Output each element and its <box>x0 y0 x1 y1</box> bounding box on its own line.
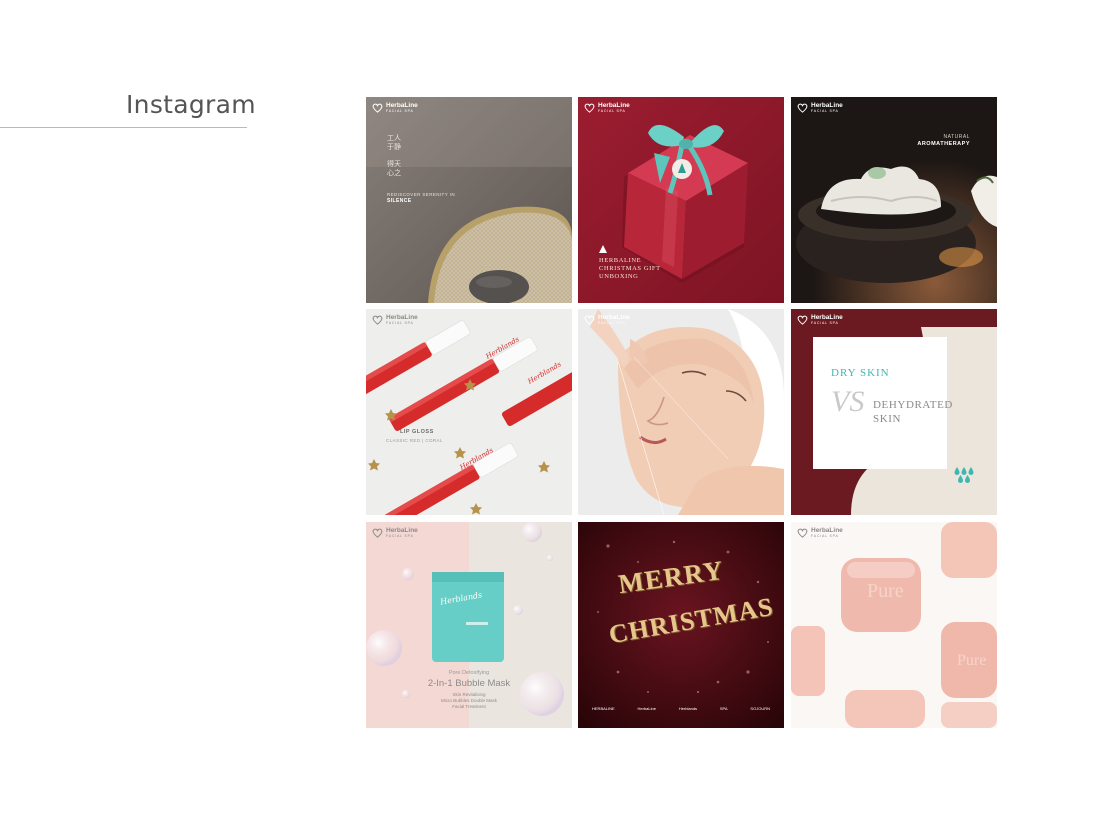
silence-line2: SILENCE <box>387 198 412 204</box>
brand-name: HerbaLine <box>811 314 843 321</box>
partner-logo: SOJOURN <box>750 706 770 711</box>
gift-line3: UNBOXING <box>599 273 639 280</box>
brand-logo: HerbaLine FACIAL SPA <box>372 102 418 113</box>
post-dry-vs-dehydrated[interactable]: HerbaLine FACIAL SPA DRY SKIN VS DEHYDRAT… <box>791 309 997 515</box>
aroma-line1: NATURAL <box>943 134 970 140</box>
brand-name: HerbaLine <box>386 527 418 534</box>
partner-logo: HERBALINE <box>592 706 615 711</box>
brand-logo-icon <box>372 103 383 113</box>
aromatherapy-photo <box>791 97 997 303</box>
post-merry-christmas[interactable]: MERRY CHRISTMAS HERBALINE HerbaLine Herb… <box>578 522 784 728</box>
partner-logo: SPA <box>719 706 728 711</box>
section-title: Instagram <box>126 90 256 119</box>
brand-logo: HerbaLine FACIAL SPA <box>372 314 418 325</box>
dehydrated-label: DEHYDRATED <box>873 399 953 411</box>
cjk-char: 得 <box>387 160 394 168</box>
brand-name: HerbaLine <box>811 527 843 534</box>
lip-gloss-photo <box>366 309 572 515</box>
aroma-line2: AROMATHERAPY <box>917 141 970 147</box>
brand-name: HerbaLine <box>386 102 418 109</box>
brand-name: HerbaLine <box>598 102 630 109</box>
cjk-char: 于 <box>387 143 394 151</box>
partner-logo: HerbaLine <box>637 706 656 711</box>
brand-logo-icon <box>584 103 595 113</box>
variant-coral: CORAL <box>425 438 443 443</box>
brand-logo-icon <box>372 528 383 538</box>
soap-emboss: Pure <box>957 652 987 669</box>
brand-logo-icon <box>797 103 808 113</box>
brand-logo: HerbaLine FACIAL SPA <box>797 314 843 325</box>
instagram-grid: HerbaLine FACIAL SPA 工人 于静 得天 心之 REDISCOV… <box>366 97 997 728</box>
cjk-char: 天 <box>394 160 401 168</box>
brand-logo-icon <box>584 315 595 325</box>
brand-logo-icon <box>372 315 383 325</box>
cjk-char: 工 <box>387 134 394 142</box>
mask-subtitle: Pore Detoxifying <box>448 670 490 676</box>
brand-tagline: FACIAL SPA <box>598 321 626 325</box>
brand-tagline: FACIAL SPA <box>811 534 839 538</box>
brand-name: HerbaLine <box>811 102 843 109</box>
brand-logo: HerbaLine FACIAL SPA <box>372 527 418 538</box>
variant-classic-red: CLASSIC RED <box>386 438 421 443</box>
brand-logo-icon <box>797 528 808 538</box>
gift-line1: HERBALINE <box>599 257 642 264</box>
dry-skin-label: DRY SKIN <box>831 367 890 379</box>
post-bubble-mask[interactable]: HerbaLine FACIAL SPA Herblands Pore Detox… <box>366 522 572 728</box>
brand-tagline: FACIAL SPA <box>386 321 414 325</box>
post-silence[interactable]: HerbaLine FACIAL SPA 工人 于静 得天 心之 REDISCOV… <box>366 97 572 303</box>
post-aromatherapy[interactable]: HerbaLine FACIAL SPA NATURAL AROMATHERAPY <box>791 97 997 303</box>
brand-tagline: FACIAL SPA <box>598 109 626 113</box>
facial-photo <box>578 309 784 515</box>
post-facial[interactable]: HerbaLine FACIAL SPA <box>578 309 784 515</box>
vs-label: VS <box>831 385 865 418</box>
brand-logo: HerbaLine FACIAL SPA <box>797 527 843 538</box>
brand-logo: HerbaLine FACIAL SPA <box>797 102 843 113</box>
partner-logo: Herblands <box>678 706 698 711</box>
cjk-char: 心 <box>387 169 394 177</box>
brand-name: HerbaLine <box>598 314 630 321</box>
post-christmas-gift[interactable]: HerbaLine FACIAL SPA HERBALINE CHRISTMAS … <box>578 97 784 303</box>
gift-line2: CHRISTMAS GIFT <box>599 265 661 272</box>
skin-label: SKIN <box>873 413 902 425</box>
brand-tagline: FACIAL SPA <box>811 321 839 325</box>
mask-title: 2-In-1 Bubble Mask <box>427 678 511 689</box>
brand-tagline: FACIAL SPA <box>386 534 414 538</box>
title-underline <box>0 127 247 128</box>
brand-tagline: FACIAL SPA <box>811 109 839 113</box>
lip-gloss-title: LIP GLOSS <box>400 429 434 435</box>
cjk-char: 人 <box>394 134 401 142</box>
cjk-char: 静 <box>394 143 401 151</box>
brand-logo: HerbaLine FACIAL SPA <box>584 102 630 113</box>
brand-name: HerbaLine <box>386 314 418 321</box>
brand-tagline: FACIAL SPA <box>386 109 414 113</box>
brand-logo-icon <box>797 315 808 325</box>
post-soap[interactable]: HerbaLine FACIAL SPA Pure Pure <box>791 522 997 728</box>
brand-logo: HerbaLine FACIAL SPA <box>584 314 630 325</box>
soap-emboss: Pure <box>867 580 904 602</box>
variant-separator: | <box>422 438 424 443</box>
soap-photo <box>791 522 997 728</box>
silence-line1: REDISCOVER SERENITY IN <box>387 192 455 197</box>
mask-desc3: Facial Treatment <box>452 704 486 709</box>
post-lip-gloss[interactable]: HerbaLine FACIAL SPA Herblands Herblands … <box>366 309 572 515</box>
cjk-char: 之 <box>394 169 401 177</box>
